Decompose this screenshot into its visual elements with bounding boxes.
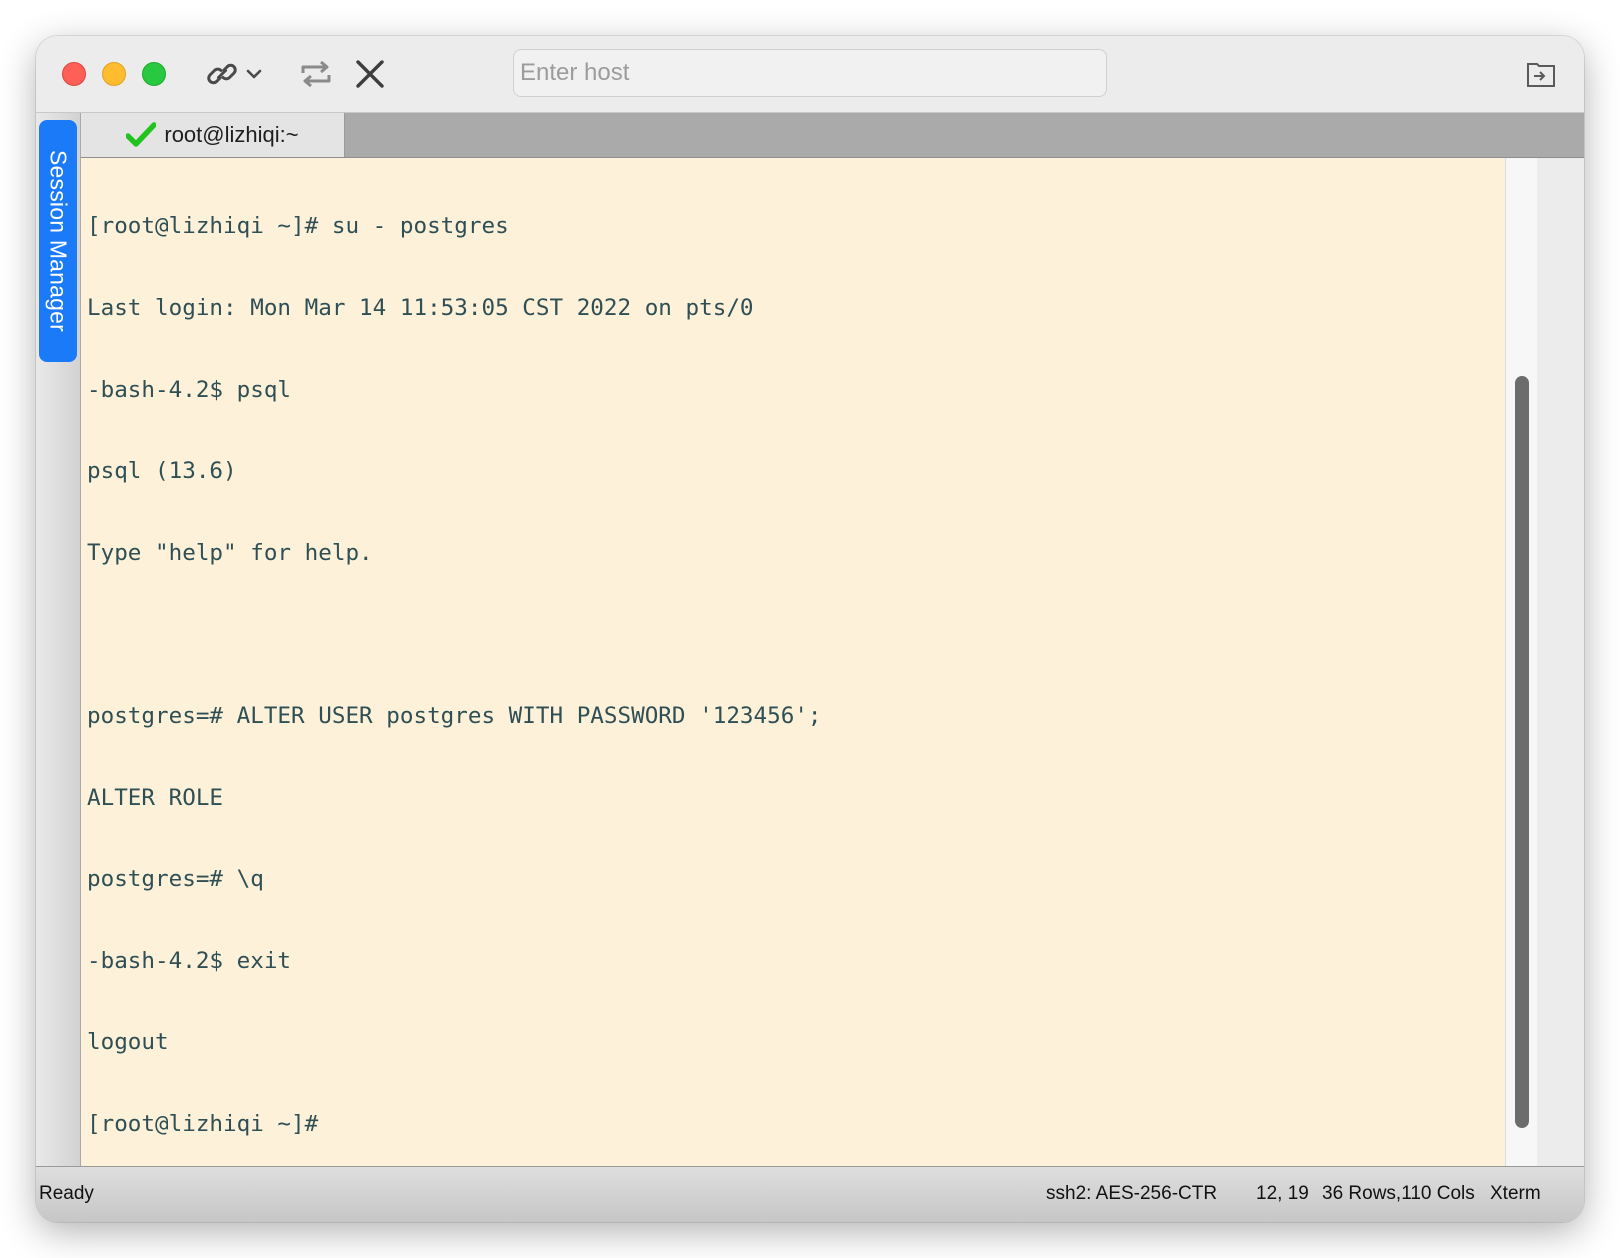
terminal-line: -bash-4.2$ psql — [87, 376, 292, 403]
terminal-line: Type "help" for help. — [87, 539, 373, 566]
reconnect-button[interactable] — [298, 54, 334, 94]
repeat-icon — [301, 60, 331, 88]
chevron-down-icon — [246, 69, 262, 79]
terminal-line: Last login: Mon Mar 14 11:53:05 CST 2022… — [87, 295, 754, 321]
terminal-line: postgres=# ALTER USER postgres WITH PASS… — [87, 702, 822, 729]
cursor-position: 12, 19 — [1256, 1183, 1309, 1204]
terminal-type: Xterm — [1490, 1183, 1541, 1204]
scrollbar-thumb[interactable] — [1515, 376, 1529, 1128]
close-window-button[interactable] — [62, 62, 86, 86]
terminal-line: logout — [87, 1029, 169, 1056]
file-transfer-icon — [1527, 63, 1555, 87]
status-text: Ready — [39, 1183, 94, 1204]
terminal-prompt-line: [root@lizhiqi ~]# — [87, 1110, 332, 1137]
terminal-line: postgres=# \q — [87, 866, 264, 893]
disconnect-button[interactable] — [352, 54, 388, 94]
connect-button[interactable] — [204, 54, 240, 94]
terminal-dimensions: 36 Rows,110 Cols — [1322, 1183, 1475, 1204]
zoom-window-button[interactable] — [142, 62, 166, 86]
checkmark-icon — [126, 122, 157, 148]
terminal-line: -bash-4.2$ exit — [87, 947, 292, 974]
file-transfer-button[interactable] — [1524, 54, 1558, 94]
status-bar: Ready ssh2: AES-256-CTR 12, 19 36 Rows,1… — [36, 1166, 1584, 1222]
encryption-status: ssh2: AES-256-CTR — [1046, 1183, 1218, 1204]
tab-root-lizhiqi[interactable]: root@lizhiqi:~ — [81, 113, 345, 157]
session-manager-label: Session Manager — [45, 150, 72, 332]
terminal-window: Session Manager root@lizhiqi:~ [root@liz… — [36, 36, 1584, 1222]
link-icon — [207, 63, 237, 85]
terminal-line: psql (13.6) — [87, 458, 237, 485]
host-input[interactable] — [513, 49, 1107, 97]
tab-label: root@lizhiqi:~ — [164, 122, 299, 147]
terminal-output[interactable]: [root@lizhiqi ~]# su - postgres Last log… — [81, 158, 1505, 1166]
terminal-line: [root@lizhiqi ~]# su - postgres — [87, 213, 509, 240]
minimize-window-button[interactable] — [102, 62, 126, 86]
tab-bar: root@lizhiqi:~ — [81, 113, 1584, 158]
terminal-line: ALTER ROLE — [87, 784, 224, 811]
toolbar — [36, 36, 1584, 113]
session-manager-tab[interactable]: Session Manager — [39, 120, 77, 362]
close-icon — [356, 60, 384, 88]
terminal-scrollbar[interactable] — [1505, 158, 1537, 1166]
connect-menu-button[interactable] — [242, 54, 266, 94]
